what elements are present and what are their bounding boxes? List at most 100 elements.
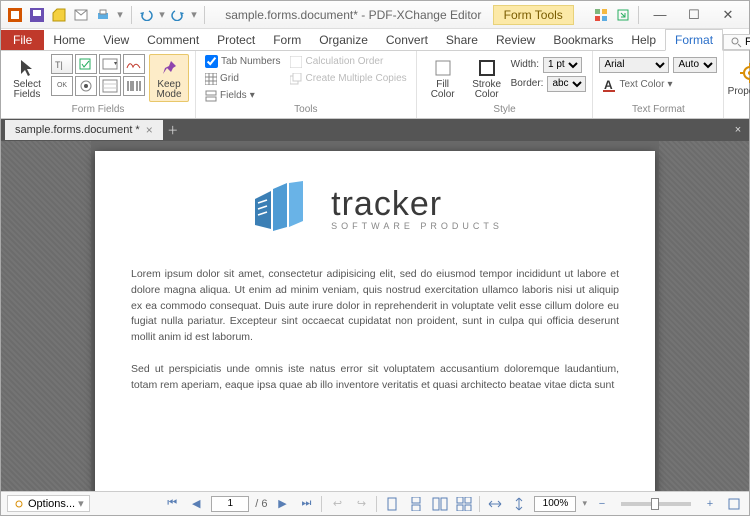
- tab-form[interactable]: Form: [264, 30, 310, 50]
- fullscreen-icon[interactable]: [725, 495, 743, 513]
- minimize-button[interactable]: —: [643, 5, 677, 25]
- text-color-button[interactable]: A Text Color ▾: [599, 77, 717, 92]
- field-dropdown-icon[interactable]: [99, 54, 121, 74]
- fill-color-button[interactable]: Fill Color: [423, 54, 463, 102]
- fit-width-icon[interactable]: [486, 495, 504, 513]
- paragraph: Sed ut perspiciatis unde omnis iste natu…: [131, 362, 619, 394]
- fields-icon: [205, 90, 217, 102]
- layout-single-icon[interactable]: [383, 495, 401, 513]
- zoom-out-icon[interactable]: −: [593, 495, 611, 513]
- ribbon-format: Select Fields T| OK Keep Mode: [1, 51, 749, 119]
- layout-facing-cont-icon[interactable]: [455, 495, 473, 513]
- fit-page-icon[interactable]: [510, 495, 528, 513]
- mail-icon[interactable]: [71, 5, 91, 25]
- properties-button[interactable]: Properties: [730, 54, 750, 102]
- last-page-icon[interactable]: ⏭: [297, 495, 315, 513]
- tab-organize[interactable]: Organize: [310, 30, 377, 50]
- field-barcode-icon[interactable]: [123, 76, 145, 96]
- field-radio-icon[interactable]: [75, 76, 97, 96]
- nav-back-icon[interactable]: ↩: [328, 495, 346, 513]
- zoom-in-icon[interactable]: +: [701, 495, 719, 513]
- group-text-format: Arial Auto A Text Color ▾ Text Format: [593, 51, 724, 118]
- zoom-input[interactable]: [534, 496, 576, 512]
- calc-order-button[interactable]: Calculation Order: [287, 54, 409, 69]
- redo-dropdown-icon[interactable]: ▾: [190, 5, 198, 25]
- group-form-fields: Select Fields T| OK Keep Mode: [1, 51, 196, 118]
- ribbon-tabstrip: File Home View Comment Protect Form Orga…: [1, 29, 749, 51]
- tab-format[interactable]: Format: [665, 29, 723, 51]
- undo-icon[interactable]: [136, 5, 156, 25]
- layout-facing-icon[interactable]: [431, 495, 449, 513]
- tab-protect[interactable]: Protect: [208, 30, 264, 50]
- ui-options-icon[interactable]: [590, 5, 612, 25]
- layout-continuous-icon[interactable]: [407, 495, 425, 513]
- nav-fwd-icon[interactable]: ↪: [352, 495, 370, 513]
- close-button[interactable]: ✕: [711, 5, 745, 25]
- close-all-icon[interactable]: ×: [727, 124, 749, 136]
- paragraph: Lorem ipsum dolor sit amet, consectetur …: [131, 267, 619, 346]
- keep-mode-button[interactable]: Keep Mode: [149, 54, 189, 102]
- open-icon[interactable]: [49, 5, 69, 25]
- tab-home[interactable]: Home: [44, 30, 94, 50]
- file-tab[interactable]: File: [1, 30, 44, 50]
- options-button[interactable]: Options...▾: [7, 495, 90, 512]
- tab-view[interactable]: View: [94, 30, 138, 50]
- app-icon: [5, 5, 25, 25]
- add-tab-button[interactable]: ＋: [163, 122, 183, 138]
- field-signature-icon[interactable]: [123, 54, 145, 74]
- font-select[interactable]: Arial: [599, 57, 669, 73]
- border-select[interactable]: abc: [547, 76, 586, 92]
- group-properties: Properties: [724, 51, 750, 118]
- document-viewport[interactable]: tracker SOFTWARE PRODUCTS Lorem ipsum do…: [1, 141, 749, 491]
- group-tools: Tab Numbers Grid Fields ▾ Calculation Or…: [196, 51, 417, 118]
- context-tab-label: Form Tools: [493, 5, 574, 25]
- field-button-icon[interactable]: OK: [51, 76, 73, 96]
- group-label: Text Format: [632, 104, 685, 118]
- title-app: PDF-XChange Editor: [369, 8, 482, 22]
- logo: tracker SOFTWARE PRODUCTS: [131, 181, 619, 237]
- multiple-copies-button[interactable]: Create Multiple Copies: [287, 71, 409, 86]
- group-label: Tools: [294, 104, 317, 118]
- prev-page-icon[interactable]: ◀: [187, 495, 205, 513]
- tab-numbers-button[interactable]: Tab Numbers: [202, 54, 283, 69]
- maximize-button[interactable]: ☐: [677, 5, 711, 25]
- document-tabs: sample.forms.document * × ＋ ×: [1, 119, 749, 141]
- logo-mark-icon: [247, 181, 317, 237]
- dropdown-icon[interactable]: ▾: [115, 5, 125, 25]
- page-number-input[interactable]: [211, 496, 249, 512]
- close-tab-icon[interactable]: ×: [146, 123, 153, 137]
- print-icon[interactable]: [93, 5, 113, 25]
- redo-icon[interactable]: [168, 5, 188, 25]
- width-select[interactable]: 1 pt: [543, 57, 582, 73]
- fields-button[interactable]: Fields ▾: [202, 88, 283, 103]
- zoom-slider[interactable]: [621, 502, 691, 506]
- tab-comment[interactable]: Comment: [138, 30, 208, 50]
- calc-icon: [290, 56, 302, 68]
- tab-share[interactable]: Share: [437, 30, 487, 50]
- tab-review[interactable]: Review: [487, 30, 544, 50]
- field-textfield-icon[interactable]: T|: [51, 54, 73, 74]
- launch-icon[interactable]: [612, 5, 634, 25]
- logo-title: tracker: [331, 187, 503, 221]
- tab-convert[interactable]: Convert: [377, 30, 437, 50]
- quick-access-toolbar: ▾ ▾ ▾ sample.forms.document* - PDF-XChan…: [1, 1, 749, 29]
- field-listbox-icon[interactable]: [99, 76, 121, 96]
- page-total-label: / 6: [255, 498, 267, 510]
- font-size-select[interactable]: Auto: [673, 57, 717, 73]
- next-page-icon[interactable]: ▶: [273, 495, 291, 513]
- document-tab[interactable]: sample.forms.document * ×: [5, 120, 163, 140]
- save-icon[interactable]: [27, 5, 47, 25]
- find-button[interactable]: Find...: [723, 34, 750, 50]
- field-checkbox-icon[interactable]: [75, 54, 97, 74]
- grid-button[interactable]: Grid: [202, 71, 283, 86]
- cursor-icon: [18, 58, 36, 78]
- first-page-icon[interactable]: ⏮: [163, 495, 181, 513]
- tab-help[interactable]: Help: [622, 30, 665, 50]
- status-bar: Options...▾ ⏮ ◀ / 6 ▶ ⏭ ↩ ↪ ▾ − +: [1, 491, 749, 515]
- undo-dropdown-icon[interactable]: ▾: [158, 5, 166, 25]
- select-fields-button[interactable]: Select Fields: [7, 54, 47, 102]
- stroke-icon: [477, 58, 497, 78]
- gear-icon: [739, 62, 750, 84]
- tab-bookmarks[interactable]: Bookmarks: [544, 30, 622, 50]
- stroke-color-button[interactable]: Stroke Color: [467, 54, 507, 102]
